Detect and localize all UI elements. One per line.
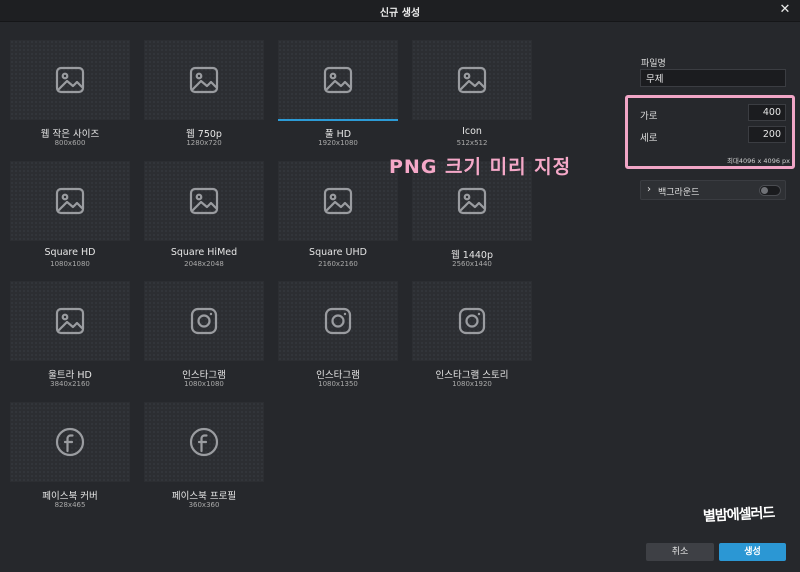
preset-thumbnail — [10, 40, 130, 120]
preset-label: 인스타그램 — [316, 370, 360, 381]
preset-label: Icon — [462, 126, 482, 137]
create-button[interactable]: 생성 — [719, 543, 786, 561]
preset-dimensions: 828x465 — [54, 501, 86, 509]
preset-dimensions: 1080x1350 — [318, 380, 358, 388]
close-icon[interactable]: ✕ — [778, 3, 792, 17]
preset-tile[interactable]: Icon 512x512 — [412, 40, 532, 160]
preset-thumbnail — [412, 281, 532, 361]
preset-dimensions: 3840x2160 — [50, 380, 90, 388]
preset-tile[interactable]: 인스타그램 1080x1080 — [144, 281, 264, 401]
preset-tile[interactable]: Square HD 1080x1080 — [10, 161, 130, 281]
preset-tile[interactable]: 풀 HD 1920x1080 — [278, 40, 398, 160]
preset-tile[interactable]: 페이스북 프로필 360x360 — [144, 402, 264, 522]
preset-label: 페이스북 프로필 — [171, 491, 237, 502]
preset-tile[interactable]: Square HiMed 2048x2048 — [144, 161, 264, 281]
preset-thumbnail — [10, 161, 130, 241]
preset-dimensions: 1920x1080 — [318, 139, 358, 147]
preset-label: Square HD — [44, 247, 96, 258]
preset-tile[interactable]: 울트라 HD 3840x2160 — [10, 281, 130, 401]
background-label: 백그라운드 — [658, 188, 700, 198]
preset-thumbnail — [10, 402, 130, 482]
watermark-text: 별밤에셀러드 — [702, 505, 775, 525]
preset-dimensions: 2160x2160 — [318, 260, 358, 268]
preset-label: 인스타그램 스토리 — [435, 370, 509, 381]
preset-tile[interactable]: 웹 750p 1280x720 — [144, 40, 264, 160]
width-input[interactable] — [748, 104, 786, 121]
preset-label: Square UHD — [309, 247, 367, 258]
preset-label: 울트라 HD — [48, 370, 92, 381]
preset-dimensions: 1080x1080 — [50, 260, 90, 268]
preset-label: 웹 750p — [186, 129, 222, 140]
preset-tile[interactable]: 웹 작은 사이즈 800x600 — [10, 40, 130, 160]
cancel-button[interactable]: 취소 — [646, 543, 714, 561]
annotation-text: PNG 크기 미리 지정 — [389, 156, 572, 178]
title-bar: 신규 생성 ✕ — [0, 0, 800, 22]
background-toggle[interactable] — [759, 185, 781, 196]
preset-dimensions: 2560x1440 — [452, 260, 492, 268]
preset-thumbnail — [144, 161, 264, 241]
preset-label: 웹 작은 사이즈 — [40, 129, 100, 140]
background-section[interactable]: › 백그라운드 — [640, 180, 786, 200]
selected-indicator — [278, 119, 398, 121]
preset-thumbnail — [144, 402, 264, 482]
preset-label: 페이스북 커버 — [42, 491, 98, 502]
preset-label: 인스타그램 — [182, 370, 226, 381]
preset-dimensions: 2048x2048 — [184, 260, 224, 268]
preset-dimensions: 512x512 — [456, 139, 488, 147]
preset-tile[interactable]: 인스타그램 1080x1350 — [278, 281, 398, 401]
dialog-title: 신규 생성 — [379, 8, 421, 19]
filename-label: 파일명 — [641, 59, 666, 69]
preset-thumbnail — [278, 161, 398, 241]
preset-dimensions: 360x360 — [188, 501, 220, 509]
preset-dimensions: 800x600 — [54, 139, 86, 147]
width-label: 가로 — [640, 111, 658, 122]
preset-thumbnail — [144, 40, 264, 120]
preset-tile[interactable]: Square UHD 2160x2160 — [278, 161, 398, 281]
preset-label: Square HiMed — [170, 247, 238, 258]
preset-dimensions: 1080x1920 — [452, 380, 492, 388]
preset-thumbnail — [10, 281, 130, 361]
preset-dimensions: 1080x1080 — [184, 380, 224, 388]
preset-thumbnail — [278, 40, 398, 120]
preset-tile[interactable]: 페이스북 커버 828x465 — [10, 402, 130, 522]
toggle-knob — [761, 187, 768, 194]
height-label: 세로 — [640, 133, 658, 144]
preset-thumbnail — [144, 281, 264, 361]
preset-tile[interactable]: 인스타그램 스토리 1080x1920 — [412, 281, 532, 401]
preset-thumbnail — [412, 40, 532, 120]
preset-tile[interactable]: 웹 1440p 2560x1440 — [412, 161, 532, 281]
chevron-right-icon: › — [647, 184, 651, 195]
filename-input[interactable] — [640, 69, 786, 87]
preset-label: 웹 1440p — [451, 250, 493, 261]
max-size-note: 최대4096 x 4096 px — [726, 157, 790, 165]
preset-dimensions: 1280x720 — [186, 139, 222, 147]
height-input[interactable] — [748, 126, 786, 143]
preset-label: 풀 HD — [324, 129, 352, 140]
preset-thumbnail — [278, 281, 398, 361]
